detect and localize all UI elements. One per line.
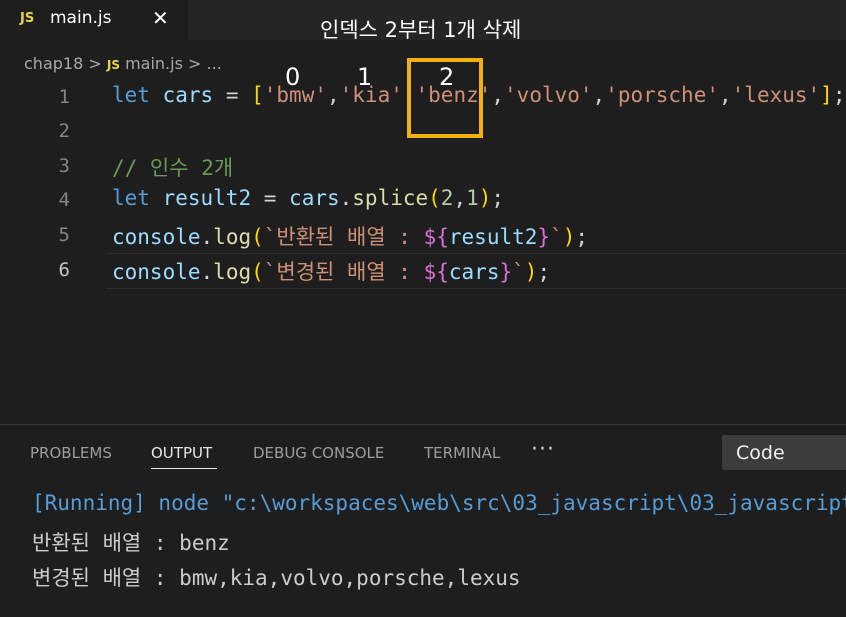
identifier: console: [112, 225, 201, 249]
line-number-active: 6: [58, 259, 70, 281]
output-line: 변경된 배열 : bmw,kia,volvo,porsche,lexus: [32, 566, 521, 590]
breadcrumb: chap18 > JS main.js > ...: [24, 54, 222, 76]
interpolation: }: [499, 260, 513, 284]
tab-debug-console[interactable]: DEBUG CONSOLE: [253, 444, 384, 462]
breadcrumb-file[interactable]: main.js: [125, 54, 183, 73]
template-string: `변경된 배열 :: [263, 260, 424, 284]
tab-terminal[interactable]: TERMINAL: [424, 444, 500, 462]
annotation-title: 인덱스 2부터 1개 삭제: [320, 18, 522, 42]
number-literal: 1: [466, 186, 479, 210]
keyword: let: [112, 83, 150, 107]
function-name: log: [213, 260, 252, 284]
identifier: cars: [448, 260, 500, 284]
line-number: 1: [58, 86, 70, 108]
interpolation: }: [537, 225, 551, 249]
function-name: log: [213, 225, 252, 249]
highlight-box: [407, 58, 483, 138]
tab-main-js[interactable]: JS main.js ✕: [0, 0, 188, 40]
string-literal: 'porsche': [605, 83, 719, 107]
javascript-file-icon: JS: [20, 11, 35, 26]
tab-label: main.js: [50, 8, 112, 28]
number-literal: 2: [440, 186, 454, 210]
active-tab-indicator: [151, 468, 217, 469]
identifier: result2: [162, 186, 252, 210]
dot: .: [339, 186, 353, 210]
paren: (: [428, 186, 441, 210]
interpolation: ${: [423, 225, 449, 249]
identifier: cars: [162, 83, 214, 107]
semicolon: ;: [537, 260, 551, 284]
keyword: let: [112, 186, 150, 210]
paren: ): [562, 225, 576, 249]
javascript-file-icon: JS: [106, 58, 120, 72]
template-string: `반환된 배열 :: [263, 225, 424, 249]
dot: .: [200, 225, 214, 249]
paren: (: [251, 225, 264, 249]
output-running-line: [Running] node "c:\workspaces\web\src\03…: [32, 491, 846, 515]
line-number: 3: [58, 155, 70, 177]
comma: ,: [453, 186, 467, 210]
string-literal: 'lexus': [731, 83, 821, 107]
chevron-right-icon: >: [188, 54, 202, 73]
identifier: cars: [289, 186, 340, 210]
line-number: 5: [58, 224, 70, 246]
comment: // 인수 2개: [112, 156, 234, 180]
function-name: splice: [352, 186, 429, 210]
template-string: `: [550, 225, 563, 249]
string-literal: 'volvo': [504, 83, 593, 107]
code-line-3[interactable]: // 인수 2개: [112, 152, 233, 182]
panel-divider: [0, 424, 846, 425]
bracket: [: [251, 83, 264, 107]
breadcrumb-folder[interactable]: chap18: [24, 54, 83, 73]
comma: ,: [719, 83, 732, 107]
paren: (: [251, 260, 264, 284]
semicolon: ;: [832, 83, 846, 107]
paren: ): [524, 260, 538, 284]
code-line-5[interactable]: console.log(`반환된 배열 : ${result2}`);: [112, 221, 588, 251]
paren: ): [478, 186, 492, 210]
string-literal: 'kia': [339, 83, 403, 107]
template-string: `: [512, 260, 525, 284]
line-number: 4: [58, 189, 70, 211]
operator: =: [213, 83, 252, 107]
comma: ,: [592, 83, 606, 107]
code-line-4[interactable]: let result2 = cars.splice(2,1);: [112, 186, 504, 210]
string-literal: 'bmw': [263, 83, 327, 107]
tab-problems[interactable]: PROBLEMS: [30, 444, 112, 462]
semicolon: ;: [575, 225, 589, 249]
output-channel-select[interactable]: Code: [722, 435, 846, 470]
breadcrumb-more[interactable]: ...: [207, 54, 222, 73]
comma: ,: [491, 83, 505, 107]
output-line: 반환된 배열 : benz: [32, 531, 230, 555]
interpolation: ${: [423, 260, 449, 284]
identifier: result2: [448, 225, 538, 249]
semicolon: ;: [491, 186, 505, 210]
line-number: 2: [58, 120, 70, 142]
identifier: console: [112, 260, 201, 284]
tab-output[interactable]: OUTPUT: [151, 444, 212, 462]
dot: .: [200, 260, 214, 284]
close-icon[interactable]: ✕: [152, 6, 169, 30]
code-line-6[interactable]: console.log(`변경된 배열 : ${cars}`);: [112, 256, 550, 286]
chevron-right-icon: >: [88, 54, 102, 73]
output-channel-value: Code: [736, 442, 785, 464]
bracket: ]: [820, 83, 833, 107]
operator: =: [251, 186, 290, 210]
comma: ,: [326, 83, 340, 107]
more-actions-icon[interactable]: ···: [531, 437, 555, 462]
